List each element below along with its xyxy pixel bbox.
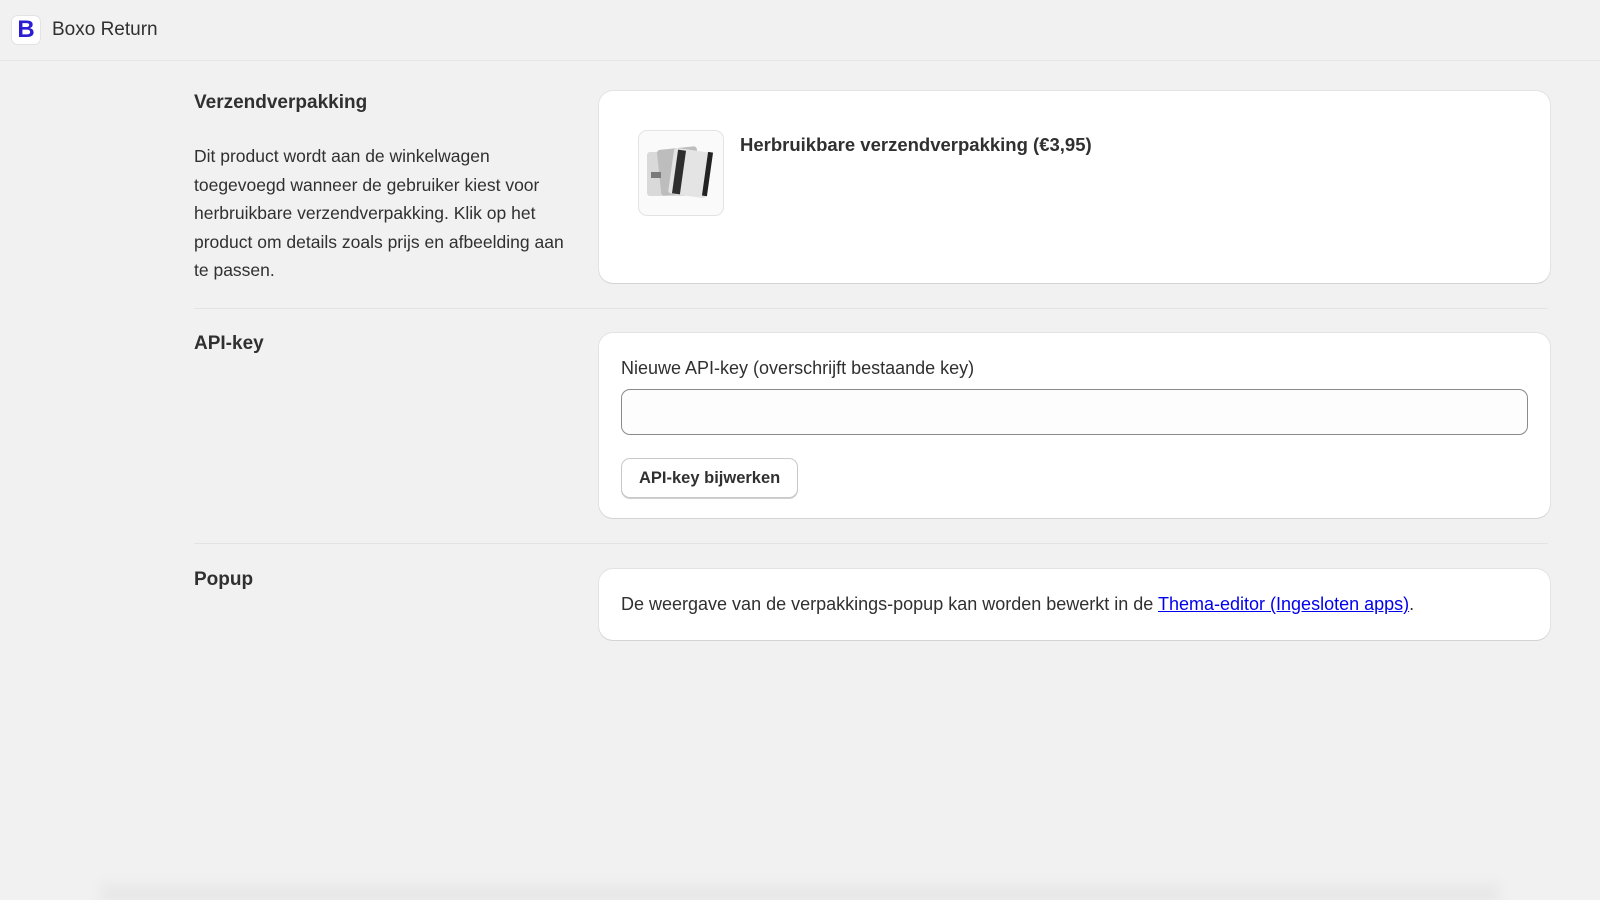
app-logo-letter: B — [17, 16, 35, 43]
api-key-section-info: API-key — [194, 333, 574, 355]
api-key-card: Nieuwe API-key (overschrijft bestaande k… — [599, 333, 1550, 518]
app-logo-icon[interactable]: B — [12, 16, 40, 44]
packaging-bags-image — [647, 146, 714, 199]
product-thumbnail[interactable] — [638, 130, 724, 216]
product-title[interactable]: Herbruikbare verzendverpakking (€3,95) — [740, 134, 1092, 156]
bottom-shadow — [100, 878, 1500, 900]
app-title: Boxo Return — [52, 19, 158, 40]
popup-text-before: De weergave van de verpakkings-popup kan… — [621, 594, 1158, 614]
api-key-heading: API-key — [194, 333, 264, 354]
update-api-key-button[interactable]: API-key bijwerken — [621, 458, 799, 498]
section-divider — [194, 543, 1548, 544]
api-key-field-label: Nieuwe API-key (overschrijft bestaande k… — [621, 358, 975, 378]
packaging-description: Dit product wordt aan de winkelwagen toe… — [194, 146, 564, 280]
top-bar: B Boxo Return — [0, 0, 1600, 61]
api-key-input[interactable] — [621, 389, 1528, 435]
packaging-heading: Verzendverpakking — [194, 92, 368, 113]
popup-text-after: . — [1409, 594, 1415, 614]
section-divider — [194, 308, 1548, 309]
popup-card: De weergave van de verpakkings-popup kan… — [599, 569, 1550, 640]
packaging-section-info: Verzendverpakking Dit product wordt aan … — [194, 92, 574, 285]
theme-editor-link[interactable]: Thema-editor (Ingesloten apps) — [1158, 594, 1409, 614]
popup-description: De weergave van de verpakkings-popup kan… — [621, 594, 1414, 615]
popup-section-info: Popup — [194, 569, 574, 591]
packaging-card: Herbruikbare verzendverpakking (€3,95) — [599, 91, 1550, 283]
popup-heading: Popup — [194, 569, 254, 590]
